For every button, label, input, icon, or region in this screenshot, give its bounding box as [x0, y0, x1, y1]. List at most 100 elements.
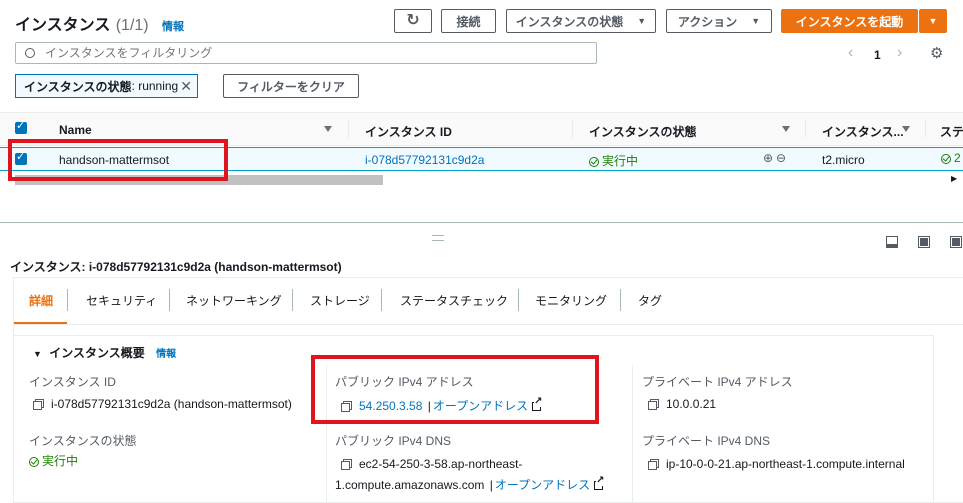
connect-label: 接続	[456, 14, 481, 29]
summary-label: インスタンス概要	[49, 346, 145, 360]
zoom-in-icon[interactable]: ⊕	[763, 151, 773, 165]
summary-section-header[interactable]: ▼ インスタンス概要 情報	[33, 344, 176, 361]
tab-divider	[169, 289, 170, 311]
zoom-out-icon[interactable]: ⊖	[776, 151, 786, 165]
launch-instance-label: インスタンスを起動	[795, 14, 904, 29]
private-ipv4-value: 10.0.0.21	[666, 397, 717, 411]
status-check-icon	[941, 154, 951, 164]
search-field[interactable]	[15, 42, 597, 64]
prev-page-icon[interactable]: ‹	[848, 44, 853, 62]
tab-tags[interactable]: タグ	[638, 290, 662, 324]
split-panel-divider[interactable]	[0, 222, 963, 223]
actions-label: アクション	[677, 14, 738, 29]
column-header-name[interactable]: Name	[59, 123, 92, 137]
column-header-status-check[interactable]: ステ	[940, 123, 963, 140]
copy-icon[interactable]	[648, 399, 659, 410]
search-icon	[25, 48, 35, 58]
caret-down-icon: ▼	[751, 16, 761, 26]
panel-maximize-icon[interactable]	[950, 236, 962, 248]
tab-storage[interactable]: ストレージ	[310, 290, 370, 324]
instance-id-value: i-078d57792131c9d2a (handson-mattermsot)	[51, 397, 292, 411]
running-status-icon	[29, 457, 39, 467]
select-all-checkbox[interactable]: ✓	[15, 120, 27, 134]
panel-side-icon[interactable]	[918, 236, 930, 248]
instance-state-dropdown[interactable]: インスタンスの状態 ▼	[506, 9, 656, 33]
tab-networking[interactable]: ネットワーキング	[186, 290, 282, 324]
tab-divider	[381, 289, 382, 311]
private-ipv4-value-row: 10.0.0.21	[648, 397, 716, 411]
panel-bottom-icon[interactable]	[886, 236, 898, 248]
external-link-icon[interactable]	[594, 476, 605, 490]
private-ipv4-label: プライベート IPv4 アドレス	[642, 375, 793, 389]
row-instance-type: t2.micro	[822, 153, 865, 167]
copy-icon[interactable]	[648, 459, 659, 470]
instance-state-value-row: 実行中	[29, 452, 78, 469]
caret-down-icon: ▼	[928, 16, 938, 26]
sort-icon[interactable]	[902, 126, 910, 132]
clear-filters-label: フィルターをクリア	[237, 79, 345, 94]
copy-icon[interactable]	[33, 399, 44, 410]
highlight-public-ip	[311, 355, 599, 424]
tab-status-checks[interactable]: ステータスチェック	[400, 290, 508, 324]
public-dns-value-row2: 1.compute.amazonaws.com | オープンアドレス	[335, 476, 605, 493]
instance-count: (1/1)	[115, 17, 149, 34]
public-dns-value-row: ec2-54-250-3-58.ap-northeast-	[341, 457, 522, 471]
filter-token-value: : running	[131, 79, 179, 93]
column-divider[interactable]	[348, 120, 349, 138]
next-page-icon[interactable]: ›	[897, 44, 902, 62]
copy-icon[interactable]	[341, 459, 352, 470]
refresh-button[interactable]: ↻	[394, 9, 432, 33]
actions-dropdown[interactable]: アクション ▼	[666, 9, 772, 33]
tabs-underline	[13, 324, 963, 325]
column-divider[interactable]	[805, 120, 806, 138]
public-dns-label: パブリック IPv4 DNS	[335, 434, 452, 448]
connect-button[interactable]: 接続	[441, 9, 496, 33]
column-header-instance-state[interactable]: インスタンスの状態	[589, 123, 697, 140]
drag-handle-icon[interactable]	[432, 235, 444, 241]
tab-divider	[292, 289, 293, 311]
details-title: インスタンス: i-078d57792131c9d2a (handson-mat…	[10, 260, 342, 274]
instance-state-label: インスタンスの状態	[515, 14, 624, 29]
private-dns-value-row: ip-10-0-0-21.ap-northeast-1.compute.inte…	[648, 457, 905, 471]
column-header-instance-type[interactable]: インスタンス...	[822, 123, 904, 140]
caret-down-icon: ▼	[637, 16, 647, 26]
instance-state-label: インスタンスの状態	[29, 434, 137, 448]
running-status-icon	[589, 157, 599, 167]
tab-divider	[67, 289, 68, 311]
info-link[interactable]: 情報	[162, 21, 184, 33]
page-title-group: インスタンス (1/1) 情報	[15, 11, 184, 35]
clear-filters-button[interactable]: フィルターをクリア	[223, 74, 359, 98]
instance-state-value: 実行中	[42, 454, 79, 468]
column-divider[interactable]	[925, 120, 926, 138]
sort-icon[interactable]	[782, 126, 790, 132]
dismiss-filter-icon[interactable]: ✕	[180, 78, 192, 95]
column-divider-vertical	[632, 365, 633, 503]
tab-monitoring[interactable]: モニタリング	[535, 290, 607, 324]
tab-security[interactable]: セキュリティ	[86, 290, 157, 324]
open-address-link[interactable]: オープンアドレス	[495, 478, 590, 492]
search-input[interactable]	[43, 45, 587, 61]
highlight-name-cell	[8, 139, 228, 181]
row-state-label: 実行中	[602, 154, 639, 168]
gear-icon[interactable]: ⚙	[930, 44, 943, 62]
private-dns-value: ip-10-0-0-21.ap-northeast-1.compute.inte…	[666, 457, 905, 471]
public-dns-line1: ec2-54-250-3-58.ap-northeast-	[359, 457, 523, 471]
row-status-check: 2	[941, 151, 961, 165]
summary-info-link[interactable]: 情報	[156, 349, 176, 360]
scroll-right-arrow-icon[interactable]: ▶	[951, 174, 957, 183]
separator: |	[489, 478, 493, 492]
row-status-check-label: 2	[954, 151, 961, 165]
refresh-icon: ↻	[406, 12, 420, 29]
sort-icon[interactable]	[324, 126, 332, 132]
instance-id-value-row: i-078d57792131c9d2a (handson-mattermsot)	[33, 397, 292, 411]
column-divider[interactable]	[572, 120, 573, 138]
instance-id-label: インスタンス ID	[29, 375, 116, 389]
row-instance-id-link[interactable]: i-078d57792131c9d2a	[365, 153, 484, 167]
collapse-caret-icon: ▼	[33, 349, 42, 359]
private-dns-label: プライベート IPv4 DNS	[642, 434, 771, 448]
tab-details[interactable]: 詳細	[29, 290, 53, 324]
launch-instance-button[interactable]: インスタンスを起動	[781, 9, 918, 33]
page-number[interactable]: 1	[874, 48, 881, 62]
launch-options-button[interactable]: ▼	[919, 9, 947, 33]
column-header-instance-id[interactable]: インスタンス ID	[365, 123, 452, 140]
